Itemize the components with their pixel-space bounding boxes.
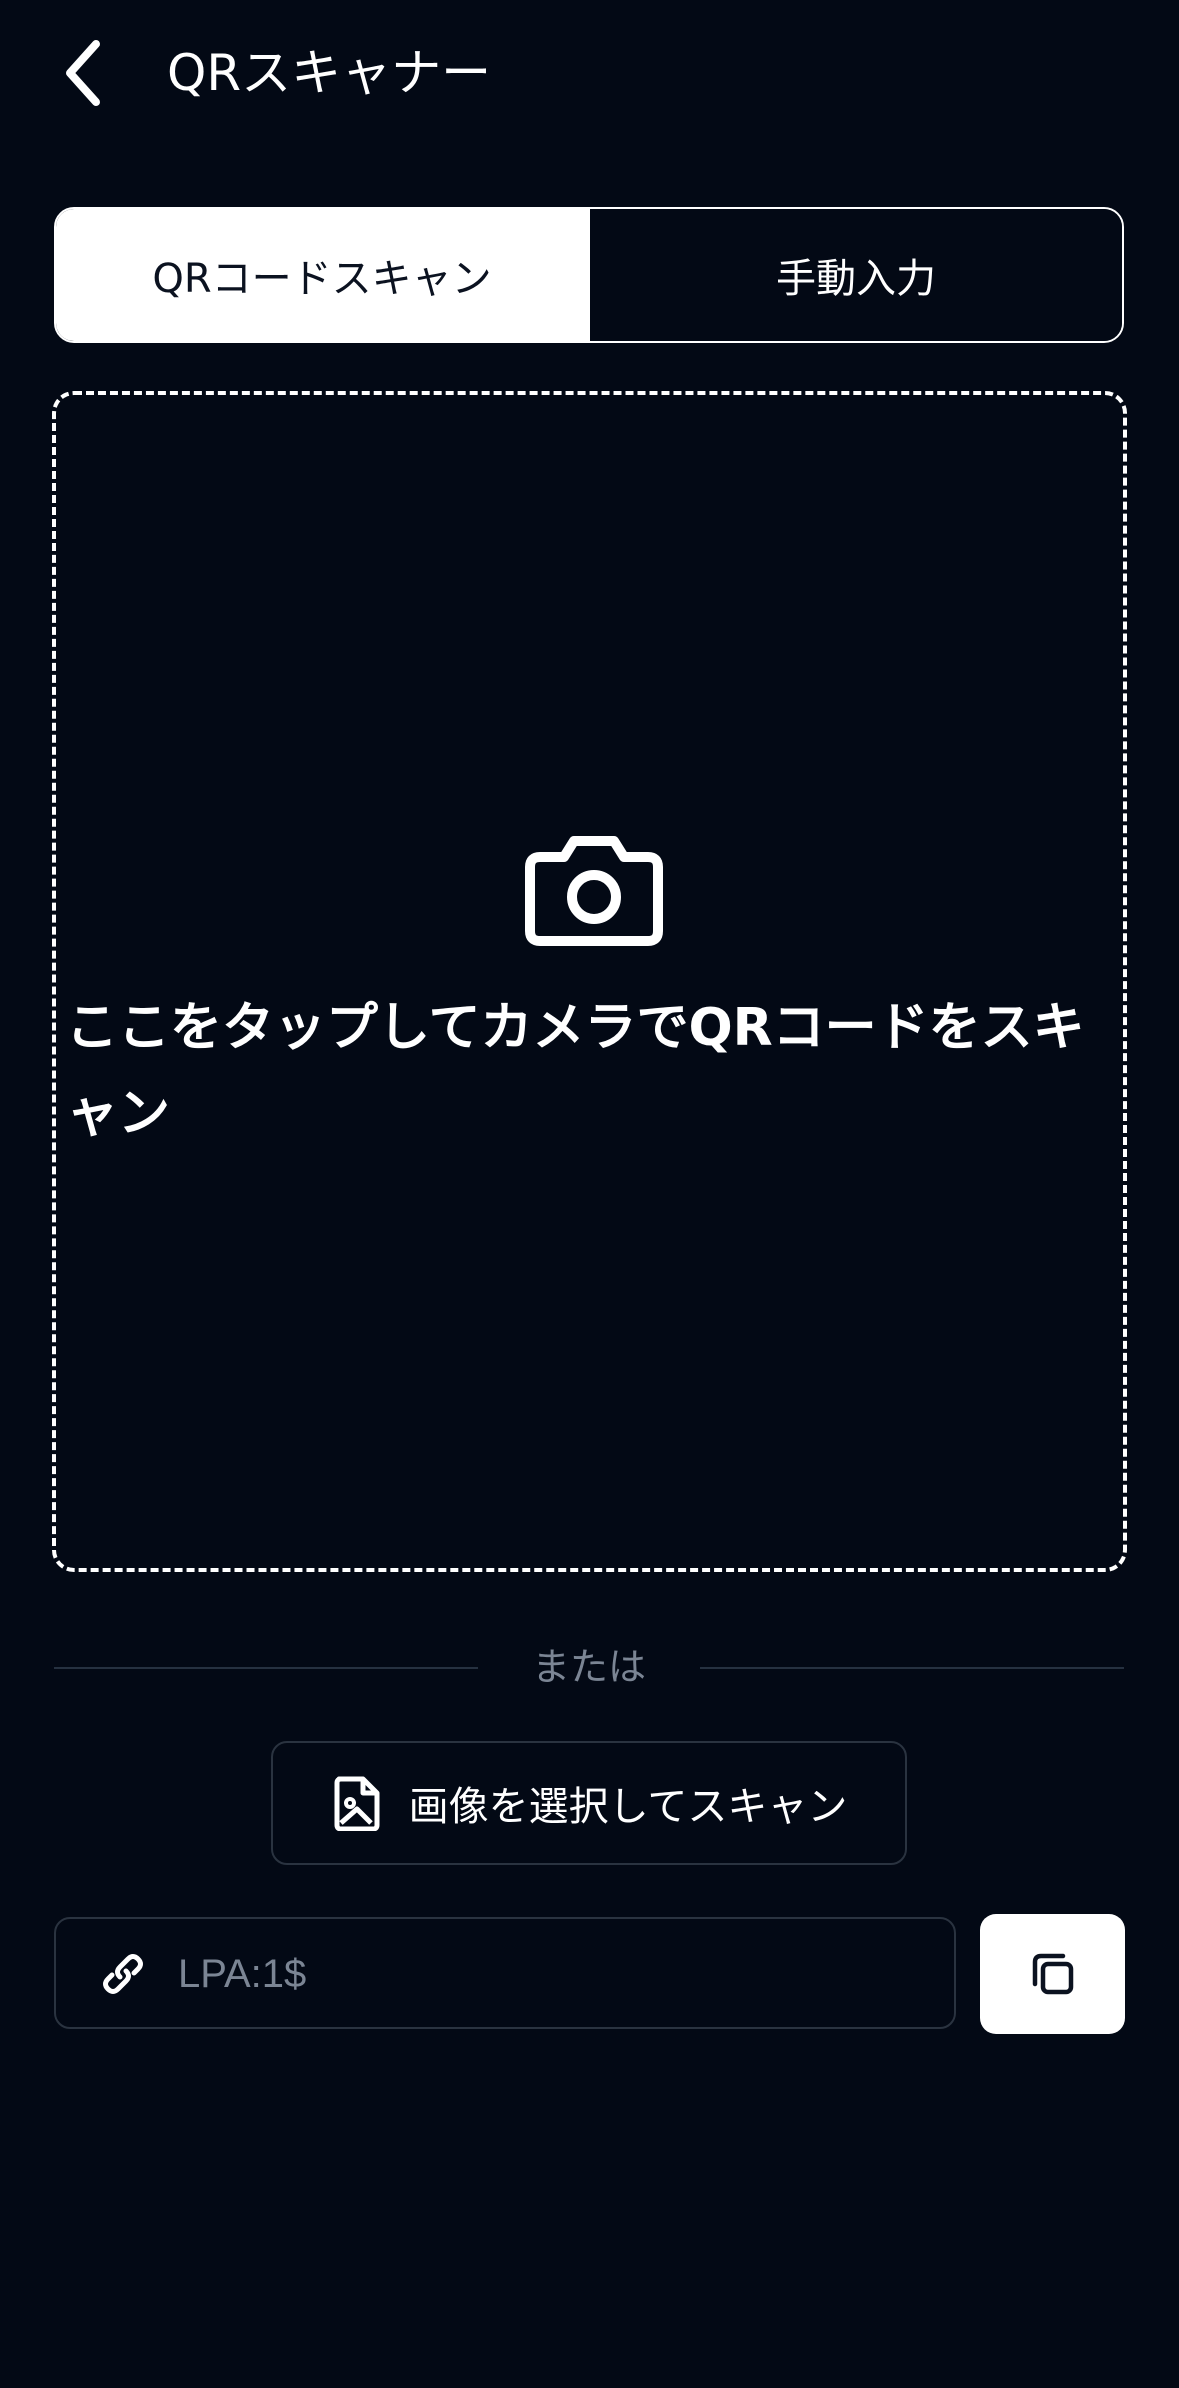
lpa-field [54,1917,956,2029]
page-title: QRスキャナー [167,44,492,102]
tab-qr-scan[interactable]: QRコードスキャン [56,209,588,341]
copy-icon [1032,1953,1073,1995]
copy-button[interactable] [980,1914,1125,2034]
select-image-label: 画像を選択してスキャン [408,1784,848,1830]
scan-prompt: ここをタップしてカメラでQRコードをスキャン [66,998,1085,1144]
or-separator: または [531,1645,646,1689]
mode-tabs: QRコードスキャン 手動入力 [54,207,1124,343]
camera-scan-area[interactable]: ここをタップしてカメラでQRコードをスキャン [52,391,1127,1572]
divider-left [54,1667,478,1669]
select-image-button[interactable]: 画像を選択してスキャン [271,1741,907,1865]
chevron-left-icon [66,40,100,106]
tab-manual-input[interactable]: 手動入力 [588,209,1122,341]
lpa-input[interactable] [176,1919,940,2029]
back-button[interactable] [52,36,116,110]
image-file-icon [334,1776,380,1831]
link-icon [103,1954,143,1994]
header: QRスキャナー [0,0,1179,150]
divider-right [700,1667,1124,1669]
camera-icon [525,836,663,946]
